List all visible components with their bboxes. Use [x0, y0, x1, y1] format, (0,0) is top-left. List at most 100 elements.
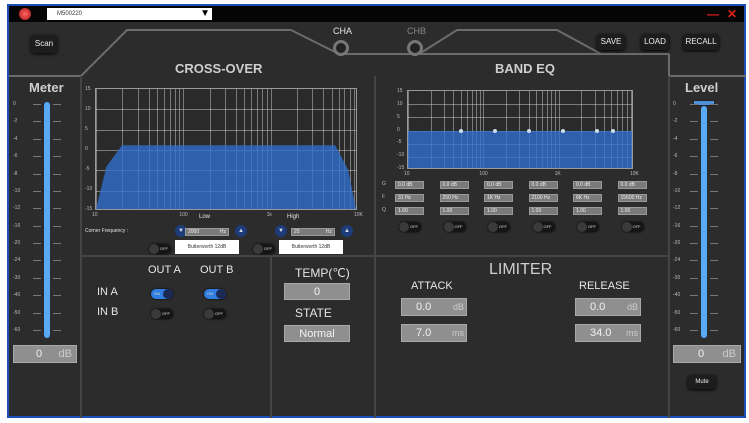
- level-scale-label: -10: [673, 187, 681, 194]
- attack-time-field[interactable]: 7.0 ms: [401, 324, 467, 342]
- band-eq-g-field[interactable]: 0.0 dB: [528, 181, 558, 189]
- band-eq-g-field[interactable]: 0.0 dB: [573, 181, 602, 189]
- band-eq-q-field[interactable]: 1.00: [484, 207, 513, 215]
- mute-button[interactable]: Mute: [688, 375, 716, 389]
- level-value-box[interactable]: 0 dB: [673, 345, 741, 363]
- band-eq-g-field[interactable]: 0.0 dB: [617, 181, 647, 189]
- level-title: Level: [685, 80, 719, 95]
- band-eq-q-field[interactable]: 1.00: [439, 207, 469, 215]
- low-filter-select[interactable]: Butterworth 12dB: [175, 240, 239, 254]
- band-eq-q-field[interactable]: 1.00: [528, 207, 558, 215]
- band-eq-toggle[interactable]: OFF: [488, 222, 510, 232]
- in-a-out-b-toggle[interactable]: ON: [204, 289, 226, 299]
- recall-button[interactable]: RECALL: [683, 34, 719, 50]
- high-filter-select[interactable]: Butterworth 12dB: [279, 240, 343, 254]
- low-label: Low: [199, 214, 211, 220]
- in-a-out-a-toggle[interactable]: ON: [151, 289, 173, 299]
- band-eq-row-label: F: [382, 194, 386, 200]
- in-b-out-b-toggle[interactable]: OFF: [204, 309, 226, 319]
- low-filter-toggle[interactable]: OFF: [149, 244, 171, 254]
- level-tick-mark: [690, 190, 718, 192]
- band-eq-q-field[interactable]: 1.00: [617, 207, 647, 215]
- low-freq-field[interactable]: 2000 Hz: [185, 228, 229, 236]
- level-tick-mark: [690, 208, 718, 210]
- band-eq-graph[interactable]: [407, 90, 633, 169]
- eq-band-handle[interactable]: [594, 129, 599, 133]
- band-eq-toggle[interactable]: OFF: [399, 222, 421, 232]
- band-eq-g-field[interactable]: 0.0 dB: [395, 181, 424, 189]
- band-eq-q-field[interactable]: 1.00: [573, 207, 602, 215]
- high-freq-value: 20: [294, 229, 300, 235]
- level-slider-track[interactable]: [701, 106, 707, 338]
- meter-scale-label: -2: [13, 118, 18, 125]
- band-eq-x-tick: 100: [479, 171, 488, 177]
- in-b-out-a-toggle[interactable]: OFF: [151, 309, 173, 319]
- band-eq-f-field[interactable]: 1K Hz: [484, 194, 513, 202]
- level-scale-label: -24: [673, 257, 681, 264]
- attack-threshold-value: 0.0: [416, 301, 432, 313]
- meter-bar: [44, 102, 50, 338]
- band-eq-toggle[interactable]: OFF: [577, 222, 599, 232]
- low-freq-up-button[interactable]: ▲: [235, 225, 247, 237]
- release-threshold-field[interactable]: 0.0 dB: [575, 298, 641, 316]
- load-button[interactable]: LOAD: [641, 34, 669, 50]
- low-freq-value: 2000: [188, 229, 200, 235]
- band-eq-y-tick: -10: [397, 152, 405, 159]
- level-scale-label: -16: [673, 222, 681, 229]
- level-tick-mark: [690, 225, 718, 227]
- level-scale-label: -50: [673, 309, 681, 316]
- band-eq-g-field[interactable]: 0.0 dB: [439, 181, 469, 189]
- crossover-y-tick: 0: [85, 146, 88, 152]
- state-label: STATE: [295, 306, 332, 320]
- chb-select-knob[interactable]: [407, 40, 423, 56]
- band-eq-f-field[interactable]: 2100 Hz: [528, 194, 558, 202]
- band-eq-f-field[interactable]: 250 Hz: [439, 194, 469, 202]
- meter-title: Meter: [29, 80, 64, 95]
- temp-label: TEMP(℃): [295, 266, 350, 280]
- band-eq-q-field[interactable]: 1.00: [395, 207, 424, 215]
- high-freq-field[interactable]: 20 Hz: [291, 228, 335, 236]
- meter-tick-mark: [33, 225, 61, 227]
- band-eq-toggle[interactable]: OFF: [443, 222, 466, 232]
- band-eq-f-field[interactable]: 15600 Hz: [617, 194, 647, 202]
- level-tick-mark: [690, 330, 718, 331]
- high-filter-toggle[interactable]: OFF: [253, 244, 275, 254]
- band-eq-x-tick: 1K: [554, 171, 561, 177]
- save-button[interactable]: SAVE: [597, 34, 625, 50]
- crossover-graph[interactable]: [95, 88, 357, 210]
- attack-threshold-field[interactable]: 0.0 dB: [401, 298, 467, 316]
- band-eq-title: BAND EQ: [495, 61, 555, 76]
- band-eq-f-field[interactable]: 6K Hz: [573, 194, 602, 202]
- band-eq-toggle[interactable]: OFF: [621, 222, 644, 232]
- level-scale-label: -30: [673, 274, 681, 281]
- meter-scale-label: -6: [13, 153, 18, 160]
- release-time-field[interactable]: 34.0 ms: [575, 324, 641, 342]
- attack-threshold-unit: dB: [452, 302, 464, 312]
- crossover-y-tick: -10: [85, 186, 93, 192]
- meter-tick-mark: [33, 260, 61, 262]
- meter-unit: dB: [58, 348, 72, 360]
- eq-band-handle[interactable]: [527, 129, 532, 133]
- band-eq-f-field[interactable]: 31 Hz: [395, 194, 424, 202]
- meter-scale-label: -60: [13, 327, 21, 333]
- meter-fill: [44, 102, 50, 338]
- eq-band-handle[interactable]: [560, 129, 565, 133]
- eq-band-handle[interactable]: [610, 129, 615, 133]
- app-window: M500220 ▼ — ✕ Scan SAVE LOAD RECALL CHA …: [7, 4, 746, 418]
- level-slider-handle[interactable]: [693, 100, 715, 106]
- in-a-label: IN A: [97, 286, 118, 298]
- band-eq-g-field[interactable]: 0.0 dB: [484, 181, 513, 189]
- band-eq-toggle[interactable]: OFF: [532, 222, 555, 232]
- scan-button[interactable]: Scan: [31, 35, 57, 53]
- meter-tick-mark: [33, 330, 61, 331]
- state-value: Normal: [284, 325, 350, 342]
- high-freq-down-button[interactable]: ▼: [275, 225, 287, 237]
- meter-scale-label: -40: [13, 292, 21, 299]
- attack-label: ATTACK: [411, 280, 453, 292]
- high-freq-up-button[interactable]: ▲: [341, 225, 353, 237]
- meter-scale-label: -30: [13, 274, 21, 281]
- meter-tick-mark: [33, 156, 61, 158]
- band-eq-row-label: Q: [382, 207, 386, 213]
- cha-select-knob[interactable]: [333, 40, 349, 56]
- band-eq-y-tick: 0: [397, 126, 400, 133]
